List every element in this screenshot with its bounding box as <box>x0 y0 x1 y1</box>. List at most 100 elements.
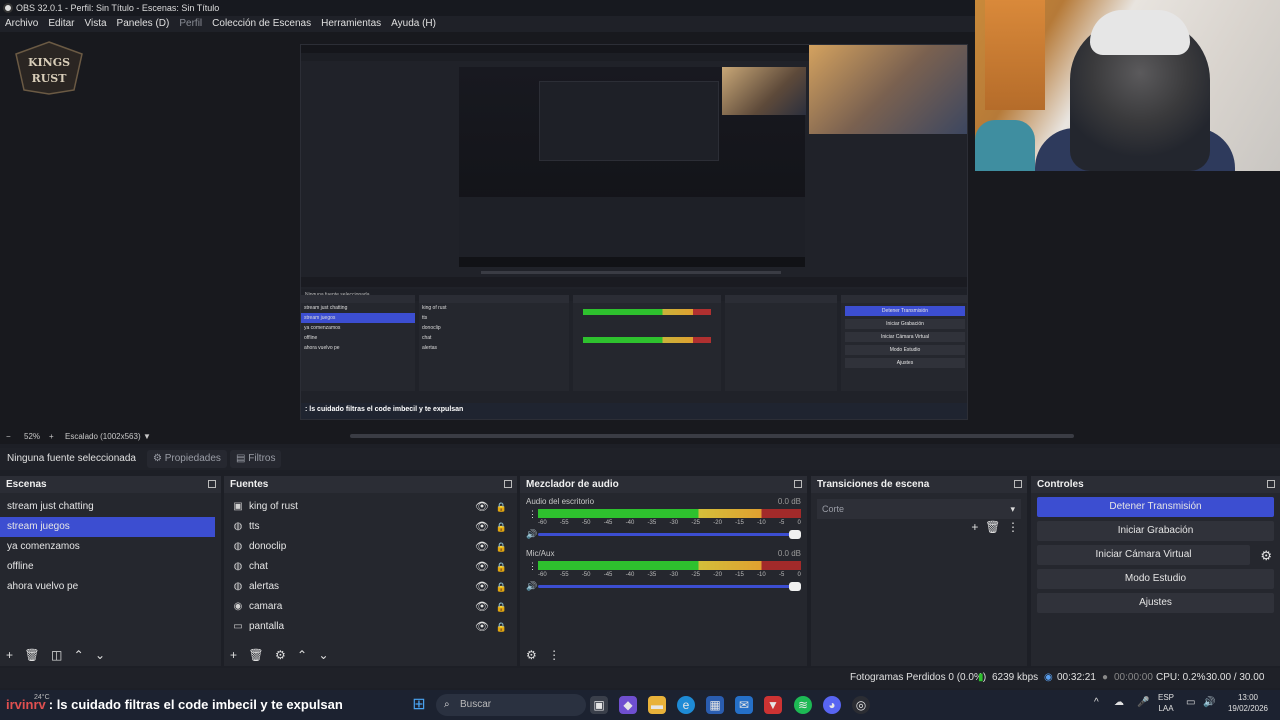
source-item[interactable]: ◍ tts 👁 🔒 <box>224 517 517 537</box>
speaker-icon[interactable]: 🔊 <box>526 581 537 592</box>
volume-slider-knob[interactable] <box>789 530 801 539</box>
remove-scene-icon[interactable]: 🗑 <box>24 648 39 662</box>
transition-select[interactable]: Corte ▾ <box>817 499 1021 519</box>
move-down-icon[interactable]: ⌄ <box>95 648 105 662</box>
remove-transition-icon[interactable]: 🗑 <box>985 520 1000 534</box>
stop-stream-button[interactable]: Detener Transmisión <box>1037 497 1274 517</box>
eye-icon[interactable]: 👁 <box>475 597 489 617</box>
eye-icon[interactable]: 👁 <box>475 497 489 517</box>
studio-mode-button[interactable]: Modo Estudio <box>1037 569 1274 589</box>
chevron-up-icon[interactable]: ^ <box>1094 697 1099 708</box>
undock-icon[interactable] <box>504 480 512 488</box>
eye-icon[interactable]: 👁 <box>475 537 489 557</box>
scene-item[interactable]: stream juegos <box>0 517 215 537</box>
lock-icon[interactable]: 🔒 <box>496 557 507 577</box>
network-icon[interactable]: ▭ <box>1186 697 1195 708</box>
source-item[interactable]: ◍ chat 👁 🔒 <box>224 557 517 577</box>
volume-slider-knob[interactable] <box>789 582 801 591</box>
filters-button[interactable]: ▤ Filtros <box>230 450 282 468</box>
scene-item[interactable]: offline <box>0 557 221 577</box>
filter-icon: ▤ <box>236 453 246 464</box>
settings-button[interactable]: Ajustes <box>1037 593 1274 613</box>
add-source-icon[interactable]: + <box>230 648 237 662</box>
volume-icon[interactable]: 🔊 <box>1203 697 1215 708</box>
zoom-in-button[interactable]: + <box>49 430 54 444</box>
lock-icon[interactable]: 🔒 <box>496 497 507 517</box>
source-settings-icon[interactable]: ⚙ <box>275 648 286 662</box>
move-up-icon[interactable]: ⌃ <box>297 648 307 662</box>
channel-menu-icon[interactable]: ⋮ <box>528 561 537 572</box>
undock-icon[interactable] <box>1267 480 1275 488</box>
lock-icon[interactable]: 🔒 <box>496 577 507 597</box>
menu-ayuda[interactable]: Ayuda (H) <box>391 16 436 32</box>
menu-vista[interactable]: Vista <box>84 16 106 32</box>
lock-icon[interactable]: 🔒 <box>496 537 507 557</box>
lock-icon[interactable]: 🔒 <box>496 597 507 617</box>
scaling-dropdown-icon[interactable]: ▼ <box>143 430 151 444</box>
eye-icon[interactable]: 👁 <box>475 517 489 537</box>
transition-menu-icon[interactable]: ⋮ <box>1007 520 1019 534</box>
menu-herramientas[interactable]: Herramientas <box>321 16 381 32</box>
menu-archivo[interactable]: Archivo <box>5 16 38 32</box>
start-virtual-camera-button[interactable]: Iniciar Cámara Virtual <box>1037 545 1250 565</box>
task-view-icon[interactable]: ▣ <box>590 696 608 714</box>
cloud-icon[interactable]: ☁ <box>1114 697 1124 708</box>
mail-icon[interactable]: ✉ <box>735 696 753 714</box>
source-item[interactable]: ▣ king of rust 👁 🔒 <box>224 497 517 517</box>
undock-icon[interactable] <box>794 480 802 488</box>
advanced-audio-icon[interactable]: ⚙ <box>526 648 537 662</box>
move-up-icon[interactable]: ⌃ <box>74 648 84 662</box>
mixer-menu-icon[interactable]: ⋮ <box>548 648 560 662</box>
scene-item[interactable]: ya comenzamos <box>0 537 221 557</box>
eye-icon[interactable]: 👁 <box>475 577 489 597</box>
menu-paneles[interactable]: Paneles (D) <box>117 16 170 32</box>
menu-coleccion-escenas[interactable]: Colección de Escenas <box>212 16 311 32</box>
microphone-icon[interactable]: 🎤 <box>1137 697 1149 708</box>
scaling-label: Escalado (1002x563) <box>65 432 141 441</box>
source-item[interactable]: ◍ alertas 👁 🔒 <box>224 577 517 597</box>
clock[interactable]: 13:00 19/02/2026 <box>1222 692 1274 714</box>
clock-date: 19/02/2026 <box>1227 704 1269 713</box>
edge-icon[interactable]: e <box>677 696 695 714</box>
scene-item[interactable]: ahora vuelvo pe <box>0 577 221 597</box>
file-explorer-icon[interactable]: ▬ <box>648 696 666 714</box>
scene-item[interactable]: stream just chatting <box>0 497 221 517</box>
lock-icon[interactable]: 🔒 <box>496 617 507 637</box>
windows-start-icon[interactable]: ⊞ <box>410 696 428 714</box>
lock-icon[interactable]: 🔒 <box>496 517 507 537</box>
source-item[interactable]: ▭ pantalla 👁 🔒 <box>224 617 517 637</box>
source-item[interactable]: ◉ camara 👁 🔒 <box>224 597 517 617</box>
undock-icon[interactable] <box>1014 480 1022 488</box>
preview-hscrollbar[interactable] <box>350 434 1074 438</box>
volume-slider[interactable] <box>538 533 801 536</box>
source-item[interactable]: ◍ donoclip 👁 🔒 <box>224 537 517 557</box>
eye-icon[interactable]: 👁 <box>475 617 489 637</box>
channel-menu-icon[interactable]: ⋮ <box>528 509 537 520</box>
virtual-cam-settings-icon[interactable]: ⚙ <box>1260 548 1272 564</box>
add-transition-icon[interactable]: + <box>971 520 978 534</box>
remove-source-icon[interactable]: 🗑 <box>248 648 263 662</box>
brave-icon[interactable]: ▼ <box>764 696 782 714</box>
spotify-icon[interactable]: ≋ <box>794 696 812 714</box>
scene-filters-icon[interactable]: ◫ <box>51 648 62 662</box>
store-icon[interactable]: ▦ <box>706 696 724 714</box>
start-recording-button[interactable]: Iniciar Grabación <box>1037 521 1274 541</box>
menu-perfil[interactable]: Perfil <box>179 16 202 32</box>
add-scene-icon[interactable]: + <box>6 648 13 662</box>
obs-taskbar-icon[interactable]: ◎ <box>852 696 870 714</box>
undock-icon[interactable] <box>208 480 216 488</box>
zoom-out-button[interactable]: − <box>6 430 11 444</box>
scenes-dock: Escenas stream just chatting stream jueg… <box>0 476 221 666</box>
language-indicator[interactable]: ESP LAA <box>1158 692 1174 714</box>
copilot-icon[interactable]: ◆ <box>619 696 637 714</box>
move-down-icon[interactable]: ⌄ <box>318 648 328 662</box>
discord-icon[interactable]: ◕ <box>823 696 841 714</box>
taskbar-search[interactable]: ⌕ Buscar <box>436 694 586 716</box>
speaker-icon[interactable]: 🔊 <box>526 529 537 540</box>
menu-editar[interactable]: Editar <box>48 16 74 32</box>
volume-slider[interactable] <box>538 585 801 588</box>
properties-button[interactable]: ⚙ Propiedades <box>147 450 227 468</box>
weather-temp[interactable]: 24°C <box>34 692 50 703</box>
chevron-down-icon: ▾ <box>1010 504 1015 514</box>
eye-icon[interactable]: 👁 <box>475 557 489 577</box>
